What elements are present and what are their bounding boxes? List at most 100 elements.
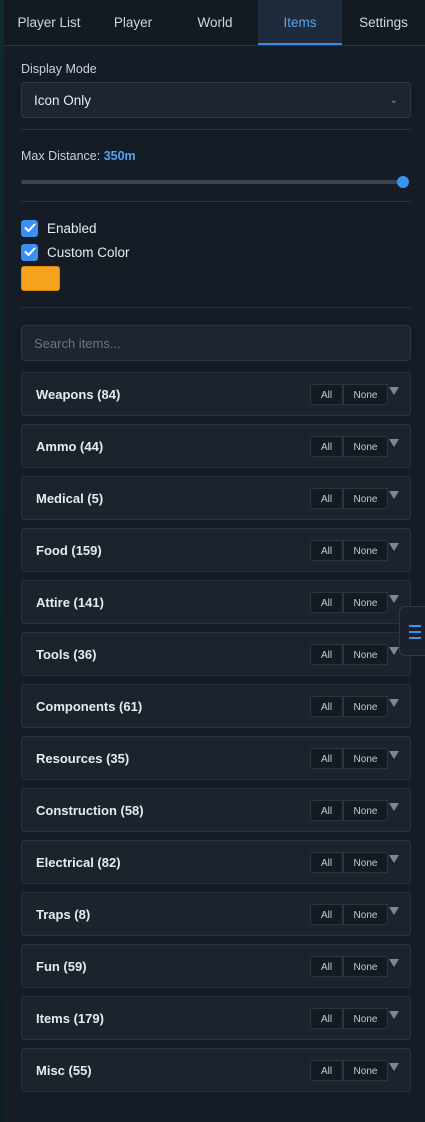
triangle-down-icon[interactable]	[389, 803, 399, 811]
category-row[interactable]: Traps (8) All None	[21, 892, 411, 936]
category-row[interactable]: Ammo (44) All None	[21, 424, 411, 468]
select-all-button[interactable]: All	[310, 436, 343, 457]
category-row[interactable]: Resources (35) All None	[21, 736, 411, 780]
category-row[interactable]: Construction (58) All None	[21, 788, 411, 832]
chevron-down-icon: ⌄	[389, 95, 398, 106]
display-mode-select[interactable]: Icon Only ⌄	[21, 82, 411, 118]
category-title: Tools (36)	[36, 647, 97, 662]
select-none-button[interactable]: None	[343, 488, 388, 509]
tab-items[interactable]: Items	[258, 0, 342, 45]
triangle-down-icon[interactable]	[389, 751, 399, 759]
triangle-down-icon[interactable]	[389, 907, 399, 915]
enabled-checkbox-row[interactable]: Enabled	[21, 219, 97, 237]
max-distance-slider-handle[interactable]	[397, 176, 409, 188]
max-distance-label-text: Max Distance:	[21, 149, 101, 163]
select-all-button[interactable]: All	[310, 904, 343, 925]
divider	[21, 307, 411, 308]
search-items-input[interactable]	[21, 325, 411, 361]
custom-color-label: Custom Color	[47, 244, 130, 260]
category-title: Misc (55)	[36, 1063, 92, 1078]
select-none-button[interactable]: None	[343, 696, 388, 717]
select-none-button[interactable]: None	[343, 540, 388, 561]
category-title: Food (159)	[36, 543, 102, 558]
color-swatch[interactable]	[21, 266, 60, 291]
category-title: Items (179)	[36, 1011, 104, 1026]
category-title: Attire (141)	[36, 595, 104, 610]
select-none-button[interactable]: None	[343, 436, 388, 457]
triangle-down-icon[interactable]	[389, 387, 399, 395]
max-distance-value: 350m	[103, 149, 136, 163]
select-all-button[interactable]: All	[310, 1008, 343, 1029]
enabled-label: Enabled	[47, 220, 97, 236]
category-row[interactable]: Tools (36) All None	[21, 632, 411, 676]
category-title: Components (61)	[36, 699, 143, 714]
category-row[interactable]: Components (61) All None	[21, 684, 411, 728]
select-all-button[interactable]: All	[310, 540, 343, 561]
menu-icon-bar	[409, 631, 421, 633]
menu-icon	[409, 625, 421, 627]
category-row[interactable]: Attire (141) All None	[21, 580, 411, 624]
max-distance-slider[interactable]	[21, 180, 403, 184]
display-mode-value: Icon Only	[34, 93, 92, 108]
tab-player[interactable]: Player	[94, 0, 172, 45]
max-distance-label: Max Distance: 350m	[21, 149, 136, 163]
select-all-button[interactable]: All	[310, 644, 343, 665]
triangle-down-icon[interactable]	[389, 699, 399, 707]
category-row[interactable]: Weapons (84) All None	[21, 372, 411, 416]
triangle-down-icon[interactable]	[389, 1063, 399, 1071]
check-icon	[24, 247, 35, 256]
category-row[interactable]: Fun (59) All None	[21, 944, 411, 988]
triangle-down-icon[interactable]	[389, 647, 399, 655]
triangle-down-icon[interactable]	[389, 855, 399, 863]
category-row[interactable]: Misc (55) All None	[21, 1048, 411, 1092]
tab-player-list[interactable]: Player List	[4, 0, 94, 45]
select-none-button[interactable]: None	[343, 592, 388, 613]
custom-color-checkbox-row[interactable]: Custom Color	[21, 243, 130, 261]
custom-color-checkbox[interactable]	[21, 243, 38, 261]
category-row[interactable]: Medical (5) All None	[21, 476, 411, 520]
triangle-down-icon[interactable]	[389, 491, 399, 499]
select-all-button[interactable]: All	[310, 592, 343, 613]
select-all-button[interactable]: All	[310, 384, 343, 405]
category-row[interactable]: Items (179) All None	[21, 996, 411, 1040]
menu-icon-bar	[409, 637, 421, 639]
check-icon	[24, 223, 35, 232]
category-title: Medical (5)	[36, 491, 104, 506]
triangle-down-icon[interactable]	[389, 595, 399, 603]
category-title: Traps (8)	[36, 907, 91, 922]
select-none-button[interactable]: None	[343, 384, 388, 405]
select-none-button[interactable]: None	[343, 956, 388, 977]
select-none-button[interactable]: None	[343, 644, 388, 665]
divider	[21, 201, 411, 202]
select-none-button[interactable]: None	[343, 904, 388, 925]
category-row[interactable]: Food (159) All None	[21, 528, 411, 572]
select-all-button[interactable]: All	[310, 488, 343, 509]
category-row[interactable]: Electrical (82) All None	[21, 840, 411, 884]
category-title: Ammo (44)	[36, 439, 104, 454]
triangle-down-icon[interactable]	[389, 1011, 399, 1019]
category-title: Electrical (82)	[36, 855, 121, 870]
tab-world[interactable]: World	[172, 0, 258, 45]
select-all-button[interactable]: All	[310, 956, 343, 977]
select-none-button[interactable]: None	[343, 800, 388, 821]
select-all-button[interactable]: All	[310, 748, 343, 769]
category-title: Weapons (84)	[36, 387, 121, 402]
enabled-checkbox[interactable]	[21, 219, 38, 237]
select-none-button[interactable]: None	[343, 852, 388, 873]
triangle-down-icon[interactable]	[389, 543, 399, 551]
select-all-button[interactable]: All	[310, 800, 343, 821]
select-none-button[interactable]: None	[343, 748, 388, 769]
triangle-down-icon[interactable]	[389, 439, 399, 447]
select-all-button[interactable]: All	[310, 1060, 343, 1081]
triangle-down-icon[interactable]	[389, 959, 399, 967]
select-all-button[interactable]: All	[310, 696, 343, 717]
select-none-button[interactable]: None	[343, 1060, 388, 1081]
category-title: Resources (35)	[36, 751, 130, 766]
tab-settings[interactable]: Settings	[342, 0, 425, 45]
select-all-button[interactable]: All	[310, 852, 343, 873]
category-title: Fun (59)	[36, 959, 87, 974]
select-none-button[interactable]: None	[343, 1008, 388, 1029]
menu-toggle-button[interactable]	[399, 606, 425, 656]
items-panel: Player List Player World Items Settings …	[4, 0, 425, 1122]
divider	[21, 129, 411, 130]
